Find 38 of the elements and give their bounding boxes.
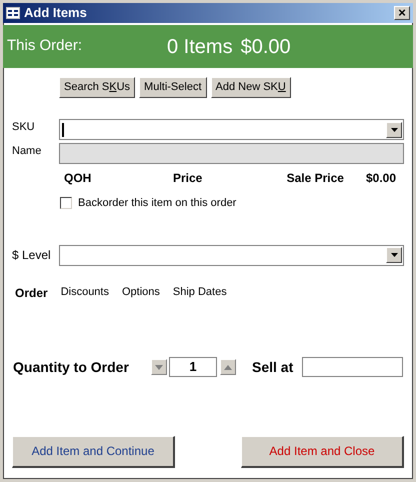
up-triangle-icon [224, 364, 232, 370]
column-label: QOH [64, 170, 92, 187]
field-label: SKU [12, 120, 36, 135]
summary-label: This Order: [7, 36, 84, 56]
sell-at-label: Sell at [252, 358, 294, 376]
dropdown-button[interactable] [386, 247, 402, 263]
action-button[interactable]: Add Item and Continue [12, 436, 175, 468]
increment-button[interactable] [220, 359, 236, 375]
sku-combo[interactable] [59, 119, 404, 140]
tab[interactable]: Order [15, 284, 48, 302]
form-icon [6, 7, 20, 19]
caret-icon [390, 253, 398, 257]
sell-at-field[interactable] [302, 357, 403, 377]
tool-button[interactable]: Search SKUs [59, 77, 136, 98]
field-label: $ Level [12, 247, 52, 264]
down-triangle-icon [155, 364, 163, 370]
backorder-checkbox[interactable] [60, 197, 72, 210]
level-combo[interactable] [59, 244, 404, 266]
column-label: Price [173, 170, 204, 187]
window-title: Add Items [24, 4, 87, 22]
action-button[interactable]: Add Item and Close [241, 436, 404, 468]
quantity-field[interactable]: 1 [169, 357, 217, 377]
sale-price-value: $0.00 [366, 170, 396, 187]
tab[interactable]: Discounts [60, 284, 109, 301]
order-total: $0.00 [240, 34, 291, 60]
tab[interactable]: Ship Dates [172, 284, 227, 301]
checkbox-label: Backorder this item on this order [78, 196, 236, 211]
column-label: Sale Price [286, 170, 344, 187]
tool-button[interactable]: Multi-Select [139, 77, 207, 98]
tool-button[interactable]: Add New SKU [210, 77, 291, 98]
decrement-button[interactable] [151, 359, 167, 375]
caret-icon [390, 128, 398, 132]
close-button[interactable]: × [394, 6, 410, 20]
dropdown-button[interactable] [386, 122, 402, 138]
quantity-label: Quantity to Order [13, 358, 130, 377]
tab[interactable]: Options [122, 284, 160, 301]
field-label: Name [12, 144, 42, 159]
item-count: 0 Items [167, 34, 233, 60]
